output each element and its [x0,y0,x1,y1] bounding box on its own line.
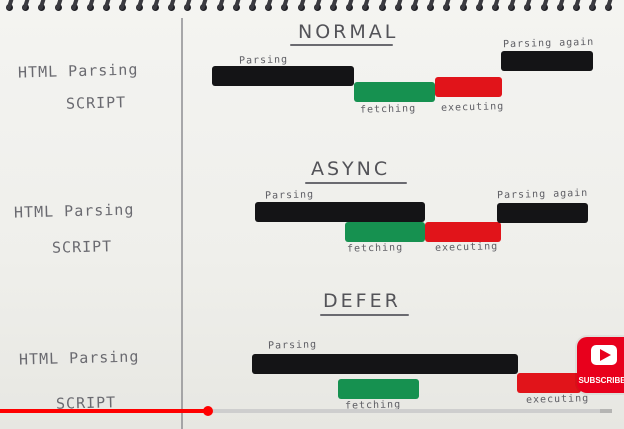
defer-executing-bar [517,373,581,393]
section-title-normal: NORMAL [298,21,399,43]
async-fetching-bar [345,222,425,242]
left-label-script-async: SCRIPT [51,237,113,257]
spiral-loop [265,0,273,11]
left-label-html-parsing-defer: HTML Parsing [18,347,140,369]
notebook-page: HTML Parsing SCRIPT NORMAL Parsing fetch… [0,0,624,429]
page-divider [181,18,183,429]
defer-executing-label: executing [525,393,590,406]
normal-executing-label: executing [440,101,505,114]
async-executing-bar [425,222,501,242]
spiral-loop [103,0,111,11]
async-parsing-again-label: Parsing again [496,187,589,202]
spiral-loop [184,0,192,11]
normal-executing-bar [435,77,502,97]
normal-underline [290,44,393,46]
left-label-html-parsing-async: HTML Parsing [13,200,135,222]
async-parsing-label: Parsing [264,189,315,202]
spiral-loop [427,0,435,11]
async-fetching-label: fetching [346,242,404,255]
section-title-async: ASYNC [311,158,391,180]
section-title-defer: DEFER [323,290,401,312]
spiral-loop [443,0,452,11]
async-executing-label: executing [434,241,499,254]
normal-fetching-label: fetching [359,103,417,116]
normal-parsing-again-bar [501,51,593,71]
spiral-loop [346,0,354,11]
subscribe-label: SUBSCRIBE [578,376,624,385]
spiral-loop [605,0,614,11]
async-parsing-again-bar [497,203,588,223]
normal-parsing-again-label: Parsing again [502,36,595,51]
normal-fetching-bar [354,82,435,102]
spiral-loop [281,0,290,11]
async-underline [305,182,407,184]
spiral-loop [200,0,209,11]
async-parsing-bar [255,202,425,222]
left-label-script-normal: SCRIPT [65,93,127,113]
spiral-loop [508,0,516,11]
spiral-loop [119,0,128,11]
normal-parsing-bar [212,66,354,86]
normal-parsing-label: Parsing [238,54,289,67]
defer-parsing-label: Parsing [267,339,318,352]
spiral-loop [38,0,47,11]
left-label-html-parsing-normal: HTML Parsing [17,60,139,82]
play-icon [591,345,617,365]
spiral-loop [589,0,597,11]
spiral-loop [524,0,533,11]
video-progress-bar[interactable] [0,406,612,416]
subscribe-button[interactable]: SUBSCRIBE [577,337,624,393]
defer-parsing-bar [252,354,518,374]
defer-fetching-bar [338,379,419,399]
defer-underline [320,314,409,316]
played-progress [0,409,209,413]
spiral-loop [22,0,30,11]
spiral-loop [362,0,371,11]
